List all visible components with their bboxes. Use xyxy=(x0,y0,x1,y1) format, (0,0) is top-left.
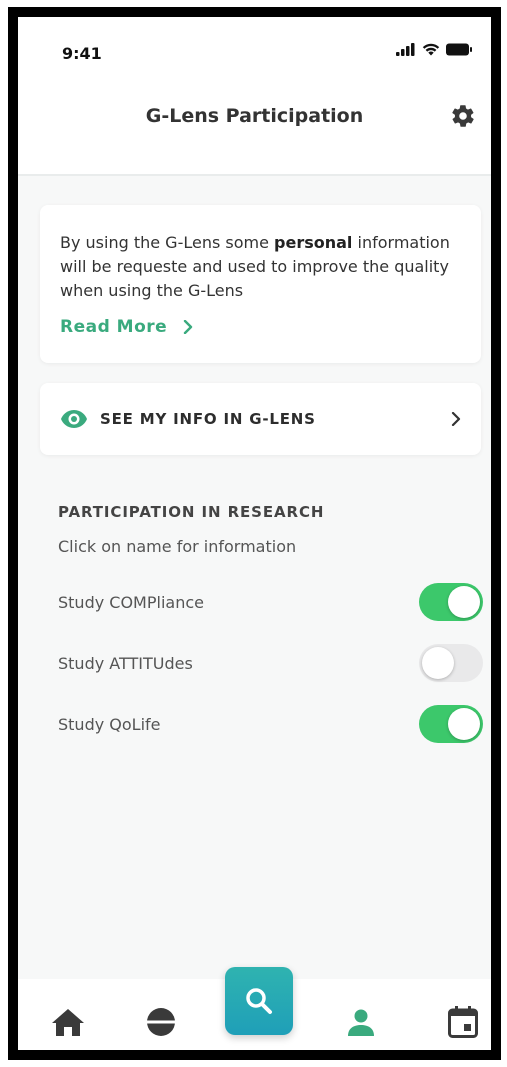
study-attitudes-toggle[interactable] xyxy=(419,644,483,682)
toggle-knob xyxy=(448,586,480,618)
signal-icon xyxy=(396,43,415,56)
phone-frame: 9:41 G-Lens Participation By using the G… xyxy=(8,7,501,1060)
read-more-link[interactable]: Read More xyxy=(60,317,461,337)
page-title: G-Lens Participation xyxy=(145,105,364,127)
study-row-qolife: Study QoLife xyxy=(58,704,483,744)
study-row-attitudes: Study ATTITUdes xyxy=(58,643,483,683)
nav-home[interactable] xyxy=(48,1002,88,1042)
battery-icon xyxy=(446,43,472,56)
status-icons xyxy=(396,43,473,56)
toggle-knob xyxy=(448,708,480,740)
see-my-info-label: SEE MY INFO IN G-LENS xyxy=(100,410,316,428)
person-icon xyxy=(348,1009,374,1036)
chevron-right-icon xyxy=(184,320,193,334)
study-row-compliance: Study COMPliance xyxy=(58,582,483,622)
home-icon xyxy=(52,1009,84,1036)
search-button[interactable] xyxy=(225,967,293,1035)
study-name-link[interactable]: Study QoLife xyxy=(58,715,161,734)
info-text: By using the G-Lens some personal inform… xyxy=(60,231,461,303)
toggle-knob xyxy=(422,647,454,679)
study-name-link[interactable]: Study COMPliance xyxy=(58,593,204,612)
see-my-info-button[interactable]: SEE MY INFO IN G-LENS xyxy=(40,383,481,455)
research-section-title: PARTICIPATION IN RESEARCH xyxy=(58,503,325,521)
eye-icon xyxy=(61,410,87,428)
gear-icon[interactable] xyxy=(450,103,476,129)
info-text-part: By using the G-Lens some xyxy=(60,233,275,252)
info-text-bold: personal xyxy=(274,233,353,252)
study-qolife-toggle[interactable] xyxy=(419,705,483,743)
read-more-label: Read More xyxy=(60,317,168,337)
nav-profile[interactable] xyxy=(341,1002,381,1042)
pill-icon xyxy=(147,1008,175,1036)
study-name-link[interactable]: Study ATTITUdes xyxy=(58,654,193,673)
app-header: G-Lens Participation xyxy=(18,67,491,176)
wifi-icon xyxy=(422,43,440,56)
study-compliance-toggle[interactable] xyxy=(419,583,483,621)
search-icon xyxy=(246,988,272,1014)
research-section-subtitle: Click on name for information xyxy=(58,537,297,556)
nav-calendar[interactable] xyxy=(443,1002,483,1042)
nav-medication[interactable] xyxy=(141,1002,181,1042)
info-card: By using the G-Lens some personal inform… xyxy=(40,205,481,363)
chevron-right-icon xyxy=(451,412,461,426)
calendar-icon xyxy=(448,1006,478,1038)
screen: 9:41 G-Lens Participation By using the G… xyxy=(18,17,491,1050)
status-time: 9:41 xyxy=(62,44,102,63)
